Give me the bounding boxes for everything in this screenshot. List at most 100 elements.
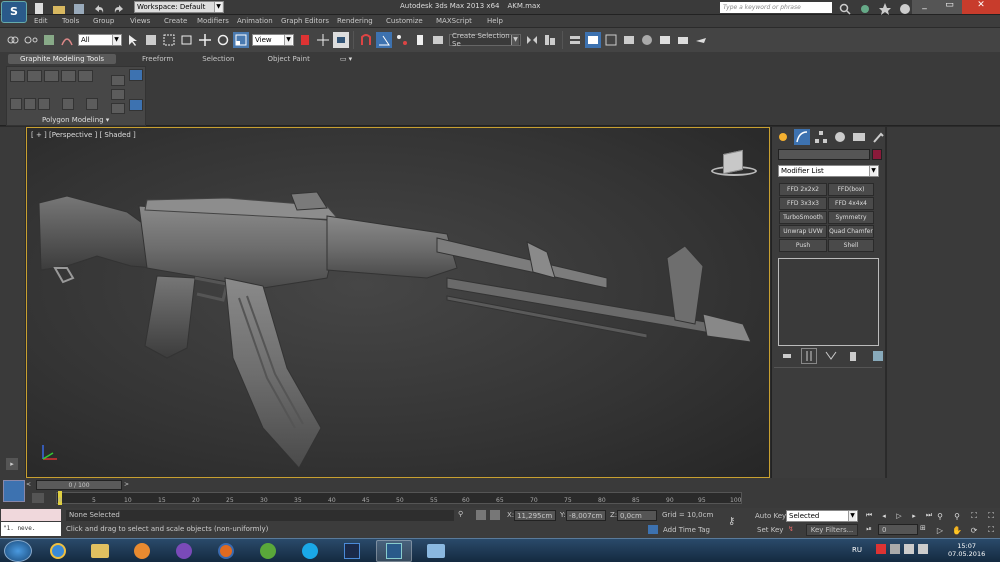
modifier-turbosmooth-button[interactable]: TurboSmooth [779, 211, 827, 224]
mini-viewport-icon[interactable] [3, 480, 25, 502]
create-tab-icon[interactable] [775, 129, 791, 145]
angle-snap-icon[interactable] [376, 32, 392, 48]
rotate-icon[interactable] [215, 32, 231, 48]
modifier-ffd-2x2x2-button[interactable]: FFD 2x2x2 [779, 183, 827, 196]
set-key-icon[interactable]: ⚷ [728, 516, 748, 530]
viewcube-box[interactable] [723, 149, 743, 175]
generate-topology-icon[interactable] [111, 103, 125, 114]
element-level-icon[interactable] [78, 70, 93, 82]
rifle-model[interactable] [27, 128, 770, 478]
3dsmax-taskbar-icon[interactable] [376, 540, 412, 562]
track-bar-icon[interactable] [32, 493, 44, 503]
transform-mode-icon[interactable] [490, 510, 500, 520]
render-production-icon[interactable] [693, 32, 709, 48]
set-key-button[interactable]: Set Key [757, 526, 783, 534]
x-coordinate-field[interactable]: 11,295cm [514, 510, 556, 521]
tab-object-paint[interactable]: Object Paint [267, 55, 309, 63]
pin-stack-icon[interactable] [10, 98, 22, 110]
tray-signal-icon[interactable] [904, 544, 914, 554]
app-logo-icon[interactable]: S [1, 1, 27, 23]
move-icon[interactable] [197, 32, 213, 48]
close-button[interactable]: ✕ [962, 0, 1000, 14]
maxscript-listener-output[interactable]: "1. neve. [1, 522, 61, 536]
snaps-toggle-icon[interactable] [358, 32, 374, 48]
mirror-icon[interactable] [524, 32, 540, 48]
modifier-ffd-3x3x3-button[interactable]: FFD 3x3x3 [779, 197, 827, 210]
modifier-unwrap-uvw-button[interactable]: Unwrap UVW [779, 225, 827, 238]
select-link-icon[interactable] [5, 32, 21, 48]
key-filters-icon[interactable]: ↯ [788, 525, 800, 535]
time-configuration-icon[interactable]: ⊞ [920, 524, 930, 535]
menu-help[interactable]: Help [487, 17, 517, 25]
go-to-start-icon[interactable]: ⏮ [863, 510, 875, 521]
render-setup-icon[interactable] [657, 32, 673, 48]
menu-modifiers[interactable]: Modifiers [197, 17, 237, 25]
play-icon[interactable]: ▷ [893, 510, 905, 521]
rendered-frame-icon[interactable] [675, 32, 691, 48]
key-filters-button[interactable]: Key Filters... [806, 524, 858, 536]
time-slider[interactable]: 0 / 100 [36, 480, 122, 490]
firefox-taskbar-icon[interactable] [208, 540, 244, 562]
material-editor-icon[interactable] [639, 32, 655, 48]
select-object-icon[interactable] [125, 32, 141, 48]
zoom-extents-icon[interactable]: ⛶ [967, 510, 981, 522]
modifier-ffd-4x4x4-button[interactable]: FFD 4x4x4 [828, 197, 874, 210]
workspace-dropdown[interactable]: Workspace: Default ▼ [134, 1, 224, 13]
configure-sets-icon[interactable] [870, 348, 886, 364]
viewcube[interactable] [711, 149, 757, 180]
zoom-all-icon[interactable]: ⚲ [950, 510, 964, 522]
cut-icon[interactable] [129, 99, 143, 111]
skype-taskbar-icon[interactable] [292, 540, 328, 562]
align-icon[interactable] [542, 32, 558, 48]
previous-modifier-icon[interactable] [38, 98, 50, 110]
y-coordinate-field[interactable]: -8,007cm [566, 510, 606, 521]
scale-icon[interactable] [233, 32, 249, 48]
z-coordinate-field[interactable]: 0,0cm [617, 510, 657, 521]
to-poly-icon[interactable] [111, 89, 125, 100]
maximize-viewport-icon[interactable]: ⛶ [984, 524, 998, 536]
timeline-prev-button[interactable]: < [26, 481, 36, 490]
photoshop-taskbar-icon[interactable] [334, 540, 370, 562]
tray-volume-icon[interactable] [918, 544, 928, 554]
timeline-next-button[interactable]: > [124, 481, 134, 490]
curve-editor-icon[interactable] [603, 32, 619, 48]
remove-modifier-icon[interactable] [845, 348, 861, 364]
spinner-snap-icon[interactable] [412, 32, 428, 48]
zoom-extents-all-icon[interactable]: ⛶ [984, 510, 998, 522]
add-time-tag-button[interactable]: Add Time Tag [663, 526, 710, 534]
menu-views[interactable]: Views [130, 17, 164, 25]
named-selection-sets-dropdown[interactable]: Create Selection Se ▼ [449, 32, 521, 48]
key-mode-dropdown[interactable]: Selected ▼ [786, 510, 858, 522]
object-color-swatch[interactable] [872, 149, 882, 160]
motion-tab-icon[interactable] [832, 129, 848, 145]
menu-tools[interactable]: Tools [62, 17, 93, 25]
zoom-icon[interactable]: ⚲ [933, 510, 947, 522]
modify-tab-icon[interactable] [794, 129, 810, 145]
edge-level-icon[interactable] [27, 70, 42, 82]
modifier-stack-list[interactable] [778, 258, 879, 346]
field-of-view-icon[interactable]: ▷ [933, 524, 947, 536]
layer-manager-icon[interactable] [567, 32, 583, 48]
bind-curve-icon[interactable] [59, 32, 75, 48]
pin-stack-icon[interactable] [779, 348, 795, 364]
object-name-field[interactable] [778, 149, 870, 160]
auto-key-button[interactable]: Auto Key [755, 512, 786, 520]
menu-create[interactable]: Create [164, 17, 197, 25]
perspective-viewport[interactable]: [ + ] [Perspective ] [ Shaded ] [26, 127, 770, 478]
display-tab-icon[interactable] [851, 129, 867, 145]
menu-animation[interactable]: Animation [237, 17, 281, 25]
maximize-button[interactable]: ▭ [937, 0, 962, 14]
windows-explorer-taskbar-icon[interactable] [418, 540, 454, 562]
select-manipulate-icon[interactable] [315, 32, 331, 48]
next-modifier-icon[interactable] [62, 98, 74, 110]
explorer-taskbar-icon[interactable] [82, 540, 118, 562]
modifier-push-button[interactable]: Push [779, 239, 827, 252]
bind-space-warp-icon[interactable] [41, 32, 57, 48]
make-unique-icon[interactable] [823, 348, 839, 364]
collapse-stack-icon[interactable] [86, 98, 98, 110]
menu-maxscript[interactable]: MAXScript [436, 17, 487, 25]
menu-edit[interactable]: Edit [34, 17, 62, 25]
edit-named-selection-icon[interactable] [430, 32, 446, 48]
show-end-result-icon[interactable] [24, 98, 36, 110]
tab-freeform[interactable]: Freeform [142, 55, 173, 63]
